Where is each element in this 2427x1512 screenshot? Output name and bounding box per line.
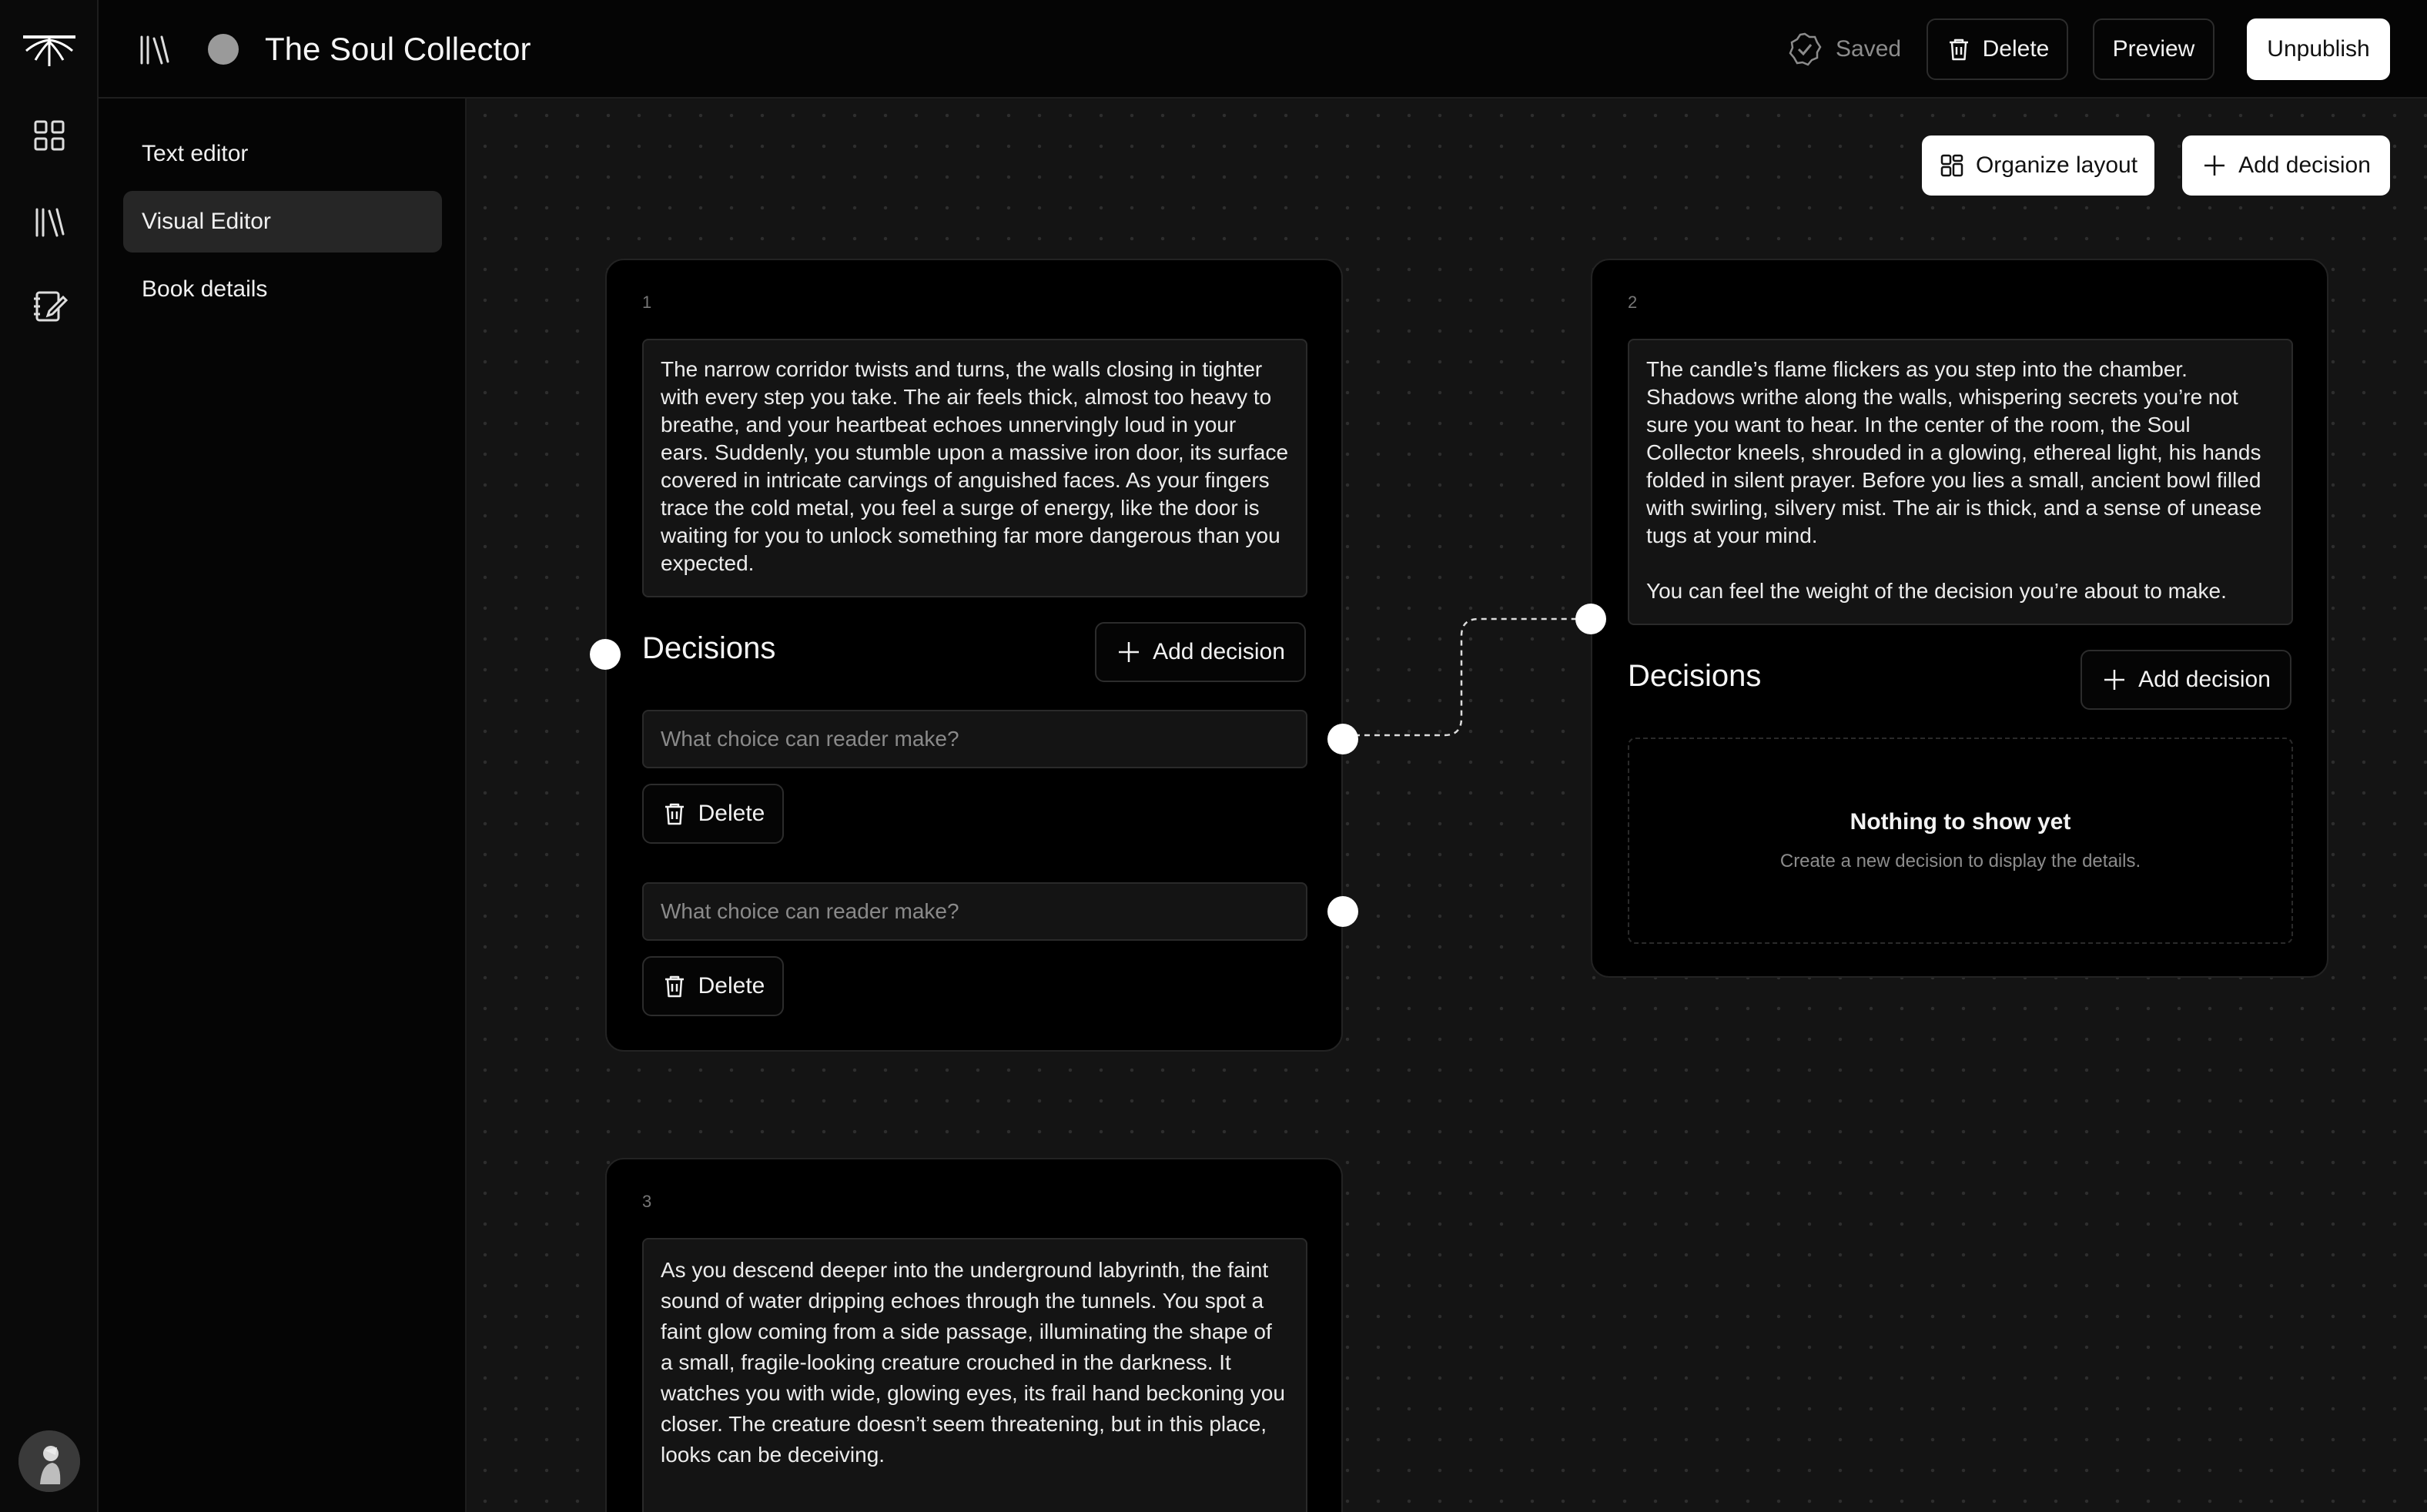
user-avatar-icon [18, 1430, 80, 1492]
node-input-handle[interactable] [590, 639, 621, 670]
node-input-handle[interactable] [1575, 604, 1606, 634]
trash-icon [664, 803, 684, 825]
choice-input[interactable]: What choice can reader make? [642, 710, 1307, 768]
story-text-area[interactable]: As you descend deeper into the undergrou… [642, 1238, 1307, 1512]
story-text-area[interactable]: The narrow corridor twists and turns, th… [642, 339, 1307, 597]
delete-choice-button[interactable]: Delete [642, 956, 784, 1016]
trash-icon [664, 975, 684, 998]
decisions-title: Decisions [642, 631, 776, 665]
choice-output-handle[interactable] [1327, 724, 1358, 754]
grid-icon[interactable] [31, 117, 68, 154]
top-bar: The Soul Collector Saved Delete Preview … [99, 0, 2427, 99]
logo-icon[interactable] [22, 31, 77, 68]
choice-input[interactable]: What choice can reader make? [642, 882, 1307, 941]
story-node-3[interactable]: 3 As you descend deeper into the undergr… [605, 1158, 1343, 1512]
story-node-1[interactable]: 1 The narrow corridor twists and turns, … [605, 259, 1343, 1052]
check-badge-icon [1789, 32, 1822, 66]
empty-state-subtitle: Create a new decision to display the det… [1779, 851, 2141, 871]
saved-status: Saved [1786, 31, 1901, 68]
add-decision-button[interactable]: Add decision [2081, 650, 2291, 710]
story-text-area[interactable]: The candle’s flame flickers as you step … [1628, 339, 2293, 625]
preview-button[interactable]: Preview [2093, 18, 2214, 80]
decisions-title: Decisions [1628, 659, 1762, 693]
plus-icon [1119, 642, 1140, 662]
node-number: 2 [1628, 293, 1638, 312]
choice-output-handle[interactable] [1327, 896, 1358, 927]
book-title: The Soul Collector [265, 31, 531, 67]
library-icon[interactable] [31, 203, 68, 240]
left-rail [0, 0, 99, 1512]
visual-editor-canvas[interactable]: Organize layout Add decision 1 The narro… [467, 99, 2427, 1512]
avatar[interactable] [18, 1430, 80, 1492]
trash-icon [1949, 38, 1968, 61]
saved-label: Saved [1836, 36, 1902, 62]
plus-icon [2104, 670, 2125, 690]
empty-state-title: Nothing to show yet [1850, 809, 2071, 835]
notebook-icon[interactable] [31, 288, 68, 325]
library-icon[interactable] [136, 31, 172, 68]
book-cover-thumbnail [208, 34, 239, 65]
nav-item-text-editor[interactable]: Text editor [123, 123, 442, 185]
add-decision-button[interactable]: Add decision [1095, 622, 1306, 682]
unpublish-button[interactable]: Unpublish [2247, 18, 2390, 80]
nav-item-book-details[interactable]: Book details [123, 259, 442, 320]
empty-decisions-state: Nothing to show yet Create a new decisio… [1628, 738, 2293, 944]
side-nav: Text editor Visual Editor Book details [99, 99, 467, 1512]
node-number: 1 [642, 293, 652, 312]
nav-item-visual-editor[interactable]: Visual Editor [123, 191, 442, 253]
story-node-2[interactable]: 2 The candle’s flame flickers as you ste… [1591, 259, 2328, 978]
node-number: 3 [642, 1192, 652, 1211]
delete-book-button[interactable]: Delete [1927, 18, 2068, 80]
delete-choice-button[interactable]: Delete [642, 784, 784, 844]
